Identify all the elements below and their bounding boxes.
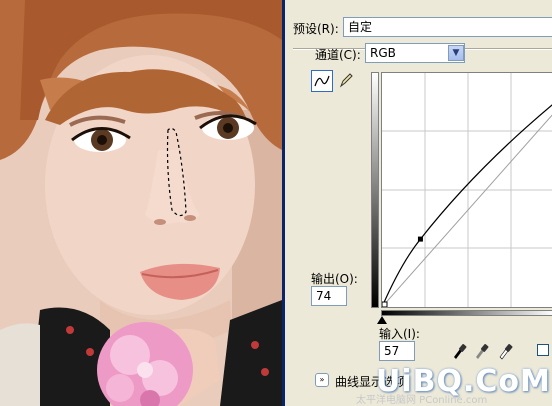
tone-curve	[381, 104, 552, 308]
expand-chevron-icon[interactable]: »	[315, 373, 329, 387]
chevron-down-icon[interactable]: ▼	[448, 45, 464, 61]
black-eyedropper-icon[interactable]	[451, 342, 467, 360]
curves-dialog: 预设(R): 自定 通道(C): RGB ▼ 输出(O): 74 输入(I): …	[282, 0, 552, 406]
portrait-image	[0, 0, 282, 406]
baseline-diagonal	[381, 114, 552, 308]
output-label: 输出(O):	[311, 272, 358, 286]
input-label: 输入(I):	[379, 327, 420, 341]
pencil-tool-button[interactable]	[335, 70, 357, 92]
input-field[interactable]: 57	[379, 341, 415, 361]
channel-label: 通道(C):	[315, 48, 361, 62]
watermark-site-text: 太平洋电脑网 PConline.com	[356, 395, 488, 406]
curves-graph[interactable]	[381, 72, 552, 308]
input-gradient-ramp	[381, 310, 552, 316]
curve-endpoint[interactable]	[381, 301, 388, 308]
preset-label: 预设(R):	[293, 22, 339, 36]
input-value: 57	[384, 344, 400, 358]
output-field[interactable]: 74	[311, 286, 347, 306]
curve-tool-button[interactable]	[311, 70, 333, 92]
curve-tool-icon	[314, 75, 330, 87]
preset-value: 自定	[348, 20, 373, 34]
pencil-tool-icon	[339, 73, 353, 88]
white-eyedropper-icon[interactable]	[497, 342, 513, 360]
curve-control-point[interactable]	[417, 236, 423, 242]
output-value: 74	[316, 289, 332, 303]
black-point-slider[interactable]	[377, 316, 387, 324]
photo-canvas[interactable]	[0, 0, 282, 406]
curve-plot	[381, 73, 552, 308]
gray-eyedropper-icon[interactable]	[473, 342, 489, 360]
channel-value: RGB	[370, 46, 396, 60]
output-gradient-ramp	[371, 72, 379, 308]
preset-select[interactable]: 自定	[343, 17, 552, 37]
show-clipping-checkbox[interactable]	[537, 344, 549, 356]
